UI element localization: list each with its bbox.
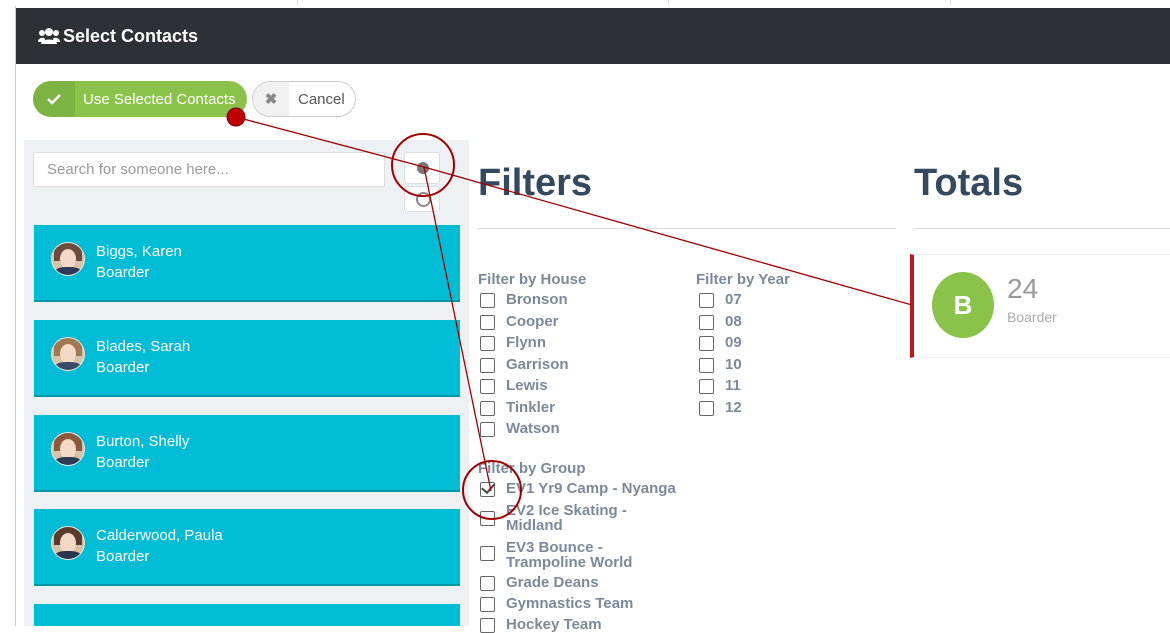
contact-card[interactable]	[34, 604, 460, 626]
avatar	[51, 242, 85, 276]
checkbox[interactable]	[480, 597, 495, 612]
avatar	[51, 337, 85, 371]
checkbox[interactable]	[480, 576, 495, 591]
filter-year-option[interactable]: 07	[699, 292, 742, 308]
contact-card[interactable]: Biggs, Karen Boarder	[34, 225, 460, 302]
filter-group-option[interactable]: EV2 Ice Skating - Midland	[480, 503, 627, 533]
filter-year-option[interactable]: 09	[699, 335, 742, 351]
divider	[914, 228, 1170, 229]
checkbox[interactable]	[699, 336, 714, 351]
contact-role: Boarder	[96, 548, 150, 565]
contact-name: Biggs, Karen	[96, 243, 182, 260]
avatar	[51, 432, 85, 466]
checkbox[interactable]	[480, 315, 495, 330]
filter-group-option[interactable]: EV1 Yr9 Camp - Nyanga	[480, 481, 676, 497]
dot-icon	[417, 162, 429, 174]
checkbox[interactable]	[480, 379, 495, 394]
users-icon	[38, 28, 60, 44]
filter-house-title: Filter by House	[478, 271, 587, 288]
filter-group-option[interactable]: Hockey Team	[480, 617, 602, 633]
use-selected-contacts-button[interactable]: Use Selected Contacts	[33, 81, 247, 117]
contact-name: Calderwood, Paula	[96, 527, 223, 544]
filter-year-option[interactable]: 12	[699, 400, 742, 416]
checkbox[interactable]	[699, 401, 714, 416]
circle-icon	[416, 192, 431, 207]
filter-year-option[interactable]: 08	[699, 314, 742, 330]
top-strip	[0, 0, 1170, 6]
filter-house-option[interactable]: Cooper	[480, 314, 559, 330]
use-selected-label: Use Selected Contacts	[83, 90, 236, 108]
cancel-button[interactable]: ✖ Cancel	[252, 81, 356, 117]
filters-heading: Filters	[478, 162, 593, 204]
contact-card[interactable]: Burton, Shelly Boarder	[34, 415, 460, 492]
contact-card[interactable]: Blades, Sarah Boarder	[34, 320, 460, 397]
checkbox[interactable]	[699, 358, 714, 373]
search-input[interactable]	[33, 152, 385, 187]
avatar	[51, 526, 85, 560]
total-card[interactable]: B 24 Boarder	[910, 254, 1170, 358]
checkbox[interactable]	[699, 315, 714, 330]
filter-house-option[interactable]: Flynn	[480, 335, 546, 351]
checkbox[interactable]	[699, 293, 714, 308]
checkbox[interactable]	[480, 293, 495, 308]
dialog-header: Select Contacts	[16, 8, 1170, 64]
dialog-title: Select Contacts	[63, 25, 199, 46]
filter-year-title: Filter by Year	[696, 271, 790, 288]
contact-name: Burton, Shelly	[96, 433, 190, 450]
total-count: 24	[1007, 273, 1039, 304]
divider	[478, 228, 896, 229]
filter-house-option[interactable]: Watson	[480, 421, 560, 437]
filter-house-option[interactable]: Lewis	[480, 378, 548, 394]
filter-house-option[interactable]: Tinkler	[480, 400, 555, 416]
filter-group-option[interactable]: EV3 Bounce - Trampoline World	[480, 540, 632, 570]
contact-role: Boarder	[96, 359, 150, 376]
filter-group-title: Filter by Group	[478, 460, 586, 477]
contact-role: Boarder	[96, 264, 150, 281]
contact-name: Blades, Sarah	[96, 338, 191, 355]
checkbox[interactable]	[480, 546, 495, 561]
filter-year-option[interactable]: 10	[699, 357, 742, 373]
frame-edge	[15, 6, 16, 626]
filter-group-option[interactable]: Gymnastics Team	[480, 596, 633, 612]
check-icon	[33, 81, 75, 117]
totals-heading: Totals	[914, 162, 1024, 204]
checkbox[interactable]	[480, 422, 495, 437]
view-toggle-button-secondary[interactable]	[404, 186, 440, 212]
checkbox[interactable]	[480, 401, 495, 416]
checkbox[interactable]	[699, 379, 714, 394]
checkbox[interactable]	[480, 336, 495, 351]
cancel-label: Cancel	[298, 90, 345, 108]
view-toggle-button[interactable]	[404, 152, 440, 184]
close-icon: ✖	[253, 82, 289, 116]
total-label: Boarder	[1007, 309, 1057, 325]
filter-group-option[interactable]: Grade Deans	[480, 575, 599, 591]
checkbox[interactable]	[480, 358, 495, 373]
total-initial-badge: B	[932, 272, 994, 338]
filter-house-option[interactable]: Bronson	[480, 292, 568, 308]
checkbox-checked[interactable]	[480, 482, 495, 497]
filter-house-option[interactable]: Garrison	[480, 357, 569, 373]
filter-year-option[interactable]: 11	[699, 378, 741, 394]
checkbox[interactable]	[480, 511, 495, 526]
contact-card[interactable]: Calderwood, Paula Boarder	[34, 509, 460, 586]
contact-role: Boarder	[96, 454, 150, 471]
